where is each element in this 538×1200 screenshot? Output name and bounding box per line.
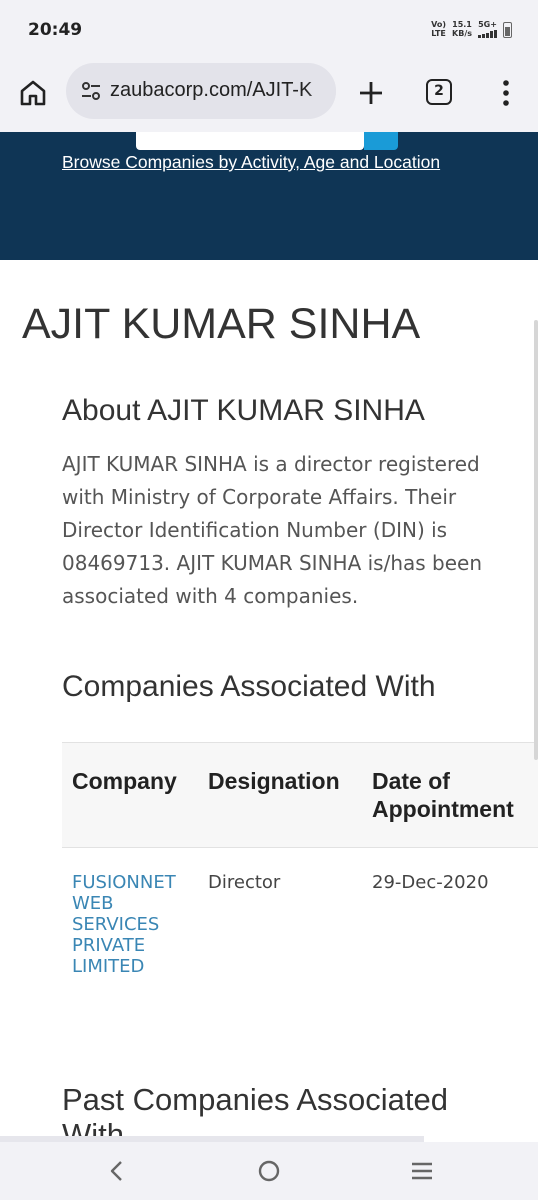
back-icon[interactable] bbox=[102, 1156, 132, 1186]
signal-icon bbox=[478, 30, 497, 38]
date-cell: 29-Dec-2020 bbox=[372, 872, 489, 893]
company-link[interactable]: FUSIONNET WEB SERVICES PRIVATE LIMITED bbox=[72, 872, 192, 977]
recents-icon[interactable] bbox=[407, 1156, 437, 1186]
table-header: Company Designation Date of Appointment bbox=[62, 742, 538, 848]
about-heading: About AJIT KUMAR SINHA bbox=[62, 394, 425, 427]
volte-indicator: Vo) LTE bbox=[431, 20, 447, 38]
table-row: FUSIONNET WEB SERVICES PRIVATE LIMITED D… bbox=[62, 848, 538, 998]
companies-table: Company Designation Date of Appointment … bbox=[62, 742, 538, 998]
plus-icon[interactable] bbox=[356, 78, 386, 108]
page-title: AJIT KUMAR SINHA bbox=[22, 300, 421, 348]
company-search-input[interactable] bbox=[136, 132, 364, 150]
scrollbar[interactable] bbox=[534, 320, 538, 760]
designation-cell: Director bbox=[208, 872, 281, 893]
status-time: 20:49 bbox=[28, 20, 83, 40]
browse-companies-link[interactable]: Browse Companies by Activity, Age and Lo… bbox=[62, 152, 440, 173]
home-nav-icon[interactable] bbox=[254, 1156, 284, 1186]
browser-toolbar: zaubacorp.com/AJIT-K 2 bbox=[0, 62, 538, 132]
about-text: AJIT KUMAR SINHA is a director registere… bbox=[62, 452, 483, 608]
url-fade bbox=[306, 63, 336, 119]
home-icon[interactable] bbox=[18, 78, 48, 108]
tune-icon[interactable] bbox=[80, 80, 102, 102]
header-designation: Designation bbox=[208, 768, 340, 794]
url-bar[interactable]: zaubacorp.com/AJIT-K bbox=[66, 63, 336, 119]
hero-banner: Browse Companies by Activity, Age and Lo… bbox=[0, 132, 538, 260]
network-type: 5G+ bbox=[478, 20, 497, 38]
header-date: Date of Appointment bbox=[372, 768, 514, 822]
more-vert-icon[interactable] bbox=[496, 78, 516, 108]
tabs-button[interactable]: 2 bbox=[426, 79, 452, 105]
header-company: Company bbox=[72, 768, 177, 794]
status-indicators: Vo) LTE 15.1 KB/s 5G+ bbox=[431, 20, 512, 38]
network-speed: 15.1 KB/s bbox=[452, 20, 472, 38]
status-bar: 20:49 Vo) LTE 15.1 KB/s 5G+ bbox=[0, 0, 538, 62]
battery-icon bbox=[503, 22, 512, 38]
url-text[interactable]: zaubacorp.com/AJIT-K bbox=[110, 79, 312, 102]
search-button[interactable] bbox=[364, 132, 398, 150]
companies-heading: Companies Associated With bbox=[62, 670, 436, 703]
